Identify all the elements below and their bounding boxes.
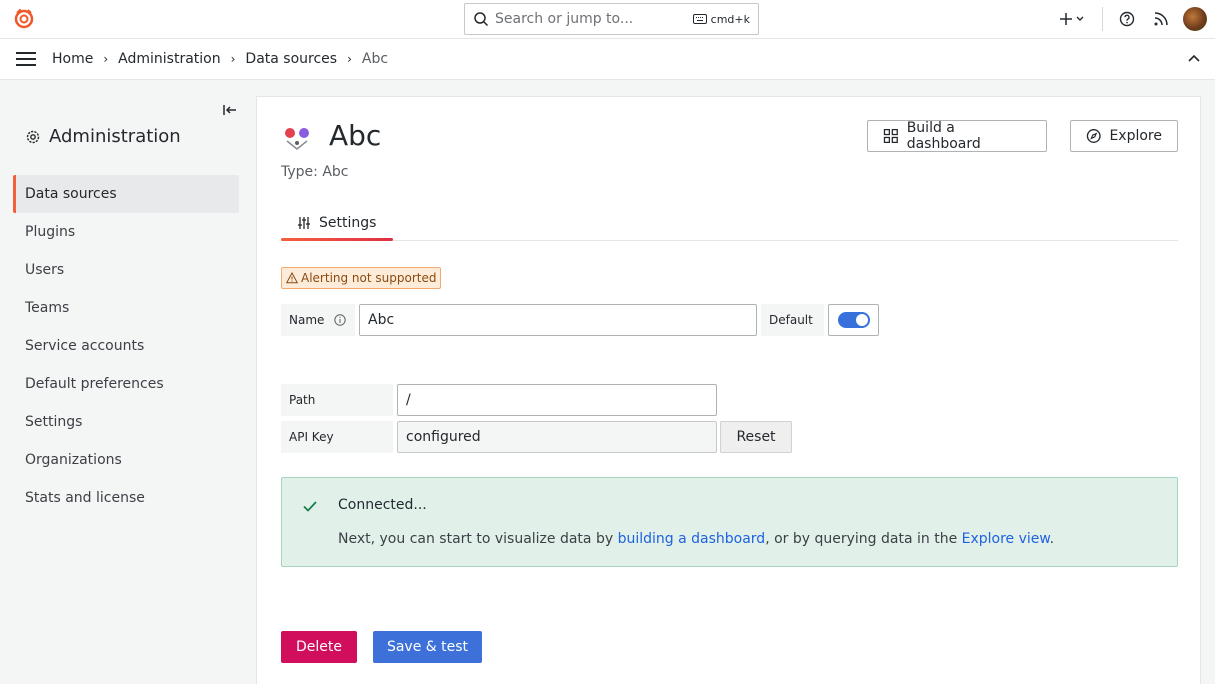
alert-title: Connected...: [338, 497, 427, 513]
search-placeholder: Search or jump to...: [495, 11, 634, 27]
save-and-test-button[interactable]: Save & test: [373, 631, 482, 663]
info-icon[interactable]: [334, 314, 347, 326]
tab-settings[interactable]: Settings: [281, 205, 392, 241]
chevron-right-icon: ›: [230, 52, 236, 66]
explore-label: Explore: [1109, 128, 1162, 144]
grafana-logo-icon[interactable]: [13, 8, 35, 30]
path-field[interactable]: /: [397, 384, 717, 416]
tab-settings-label: Settings: [319, 215, 377, 231]
warning-icon: [286, 272, 298, 284]
sidebar-item-label: Organizations: [25, 452, 122, 468]
sidebar-item-label: Teams: [25, 300, 70, 316]
delete-button[interactable]: Delete: [281, 631, 357, 663]
sidebar-item-label: Default preferences: [25, 376, 164, 392]
breadcrumb-administration[interactable]: Administration: [118, 51, 220, 67]
sidebar-item-plugins[interactable]: Plugins: [13, 213, 239, 251]
help-icon: [1119, 11, 1135, 27]
default-toggle[interactable]: [837, 312, 870, 328]
keyboard-icon: [692, 14, 707, 24]
rss-icon: [1154, 12, 1168, 26]
breadcrumb-data-sources[interactable]: Data sources: [245, 51, 337, 67]
build-dashboard-label: Build a dashboard: [906, 120, 981, 152]
help-button[interactable]: [1113, 5, 1141, 33]
page-title: Abc: [329, 119, 382, 152]
apikey-field: configured: [397, 421, 717, 453]
alert-body: Next, you can start to visualize data by…: [338, 531, 1054, 547]
sidebar-item-label: Users: [25, 262, 65, 278]
sidebar-item-default-preferences[interactable]: Default preferences: [13, 365, 239, 403]
sidebar-item-label: Plugins: [25, 224, 76, 240]
sidebar-item-label: Data sources: [25, 186, 117, 202]
path-value: /: [406, 392, 411, 408]
menu-icon[interactable]: [16, 52, 36, 66]
sliders-icon: [298, 217, 310, 229]
breadcrumb-current: Abc: [361, 51, 389, 67]
name-label: Name: [281, 304, 355, 336]
breadcrumb-bar: Home › Administration › Data sources › A…: [0, 39, 1215, 80]
apikey-label: API Key: [281, 421, 393, 453]
reset-apikey-button[interactable]: Reset: [720, 421, 792, 453]
search-input[interactable]: Search or jump to... cmd+k: [464, 3, 759, 35]
sidebar: Administration Data sources Plugins User…: [0, 80, 255, 684]
datasource-panel: Abc Type: Abc Build a dashboard Explore …: [256, 96, 1201, 684]
name-field[interactable]: Abc: [359, 304, 757, 336]
datasource-type: Type: Abc: [281, 164, 349, 180]
plus-chevron-icon: [1060, 13, 1084, 25]
alert-text-before: Next, you can start to visualize data by: [338, 531, 618, 547]
sidebar-title: Administration: [25, 126, 181, 147]
sidebar-item-data-sources[interactable]: Data sources: [13, 175, 239, 213]
apps-grid-icon: [883, 128, 898, 144]
alerting-warning-badge: Alerting not supported: [281, 267, 442, 289]
keyboard-shortcut: cmd+k: [692, 12, 750, 26]
name-label-text: Name: [289, 313, 325, 327]
explore-view-link[interactable]: Explore view: [962, 531, 1050, 547]
breadcrumb: Home › Administration › Data sources › A…: [52, 51, 388, 67]
chevron-right-icon: ›: [103, 52, 109, 66]
warning-label: Alerting not supported: [301, 271, 437, 285]
compass-icon: [1086, 129, 1101, 143]
user-avatar[interactable]: [1183, 7, 1207, 31]
sidebar-nav: Data sources Plugins Users Teams Service…: [13, 175, 239, 517]
sidebar-item-label: Service accounts: [25, 338, 145, 354]
top-bar: Search or jump to... cmd+k: [0, 0, 1215, 39]
default-label: Default: [761, 304, 824, 336]
chevron-right-icon: ›: [347, 52, 352, 66]
tab-bar: Settings: [281, 205, 1178, 241]
sidebar-item-label: Settings: [25, 414, 83, 430]
search-icon: [474, 12, 489, 27]
path-label: Path: [281, 384, 393, 416]
dock-collapse-icon[interactable]: [222, 102, 238, 118]
check-icon: [303, 501, 317, 512]
sidebar-title-label: Administration: [49, 126, 181, 147]
sidebar-item-settings[interactable]: Settings: [13, 403, 239, 441]
sidebar-item-label: Stats and license: [25, 490, 145, 506]
alert-text-middle: , or by querying data in the: [765, 531, 962, 547]
breadcrumb-home[interactable]: Home: [52, 51, 93, 67]
shortcut-label: cmd+k: [710, 12, 750, 26]
building-dashboard-link[interactable]: building a dashboard: [618, 531, 766, 547]
new-menu-button[interactable]: [1054, 5, 1090, 33]
top-right-actions: [1054, 4, 1207, 34]
datasource-logo-icon: [285, 128, 309, 150]
sidebar-item-organizations[interactable]: Organizations: [13, 441, 239, 479]
sidebar-item-stats-and-license[interactable]: Stats and license: [13, 479, 239, 517]
apikey-value: configured: [406, 429, 481, 445]
sidebar-item-users[interactable]: Users: [13, 251, 239, 289]
explore-button[interactable]: Explore: [1070, 120, 1178, 152]
sidebar-item-teams[interactable]: Teams: [13, 289, 239, 327]
divider: [1102, 7, 1103, 31]
chevron-up-icon[interactable]: [1187, 52, 1201, 66]
connection-success-alert: Connected... Next, you can start to visu…: [281, 477, 1178, 567]
sidebar-item-service-accounts[interactable]: Service accounts: [13, 327, 239, 365]
default-toggle-container: [828, 304, 879, 336]
gear-icon: [26, 130, 40, 143]
news-button[interactable]: [1147, 5, 1175, 33]
name-value: Abc: [368, 312, 395, 328]
alert-text-after: .: [1049, 531, 1055, 547]
active-tab-indicator: [281, 238, 393, 241]
build-dashboard-button[interactable]: Build a dashboard: [867, 120, 1047, 152]
